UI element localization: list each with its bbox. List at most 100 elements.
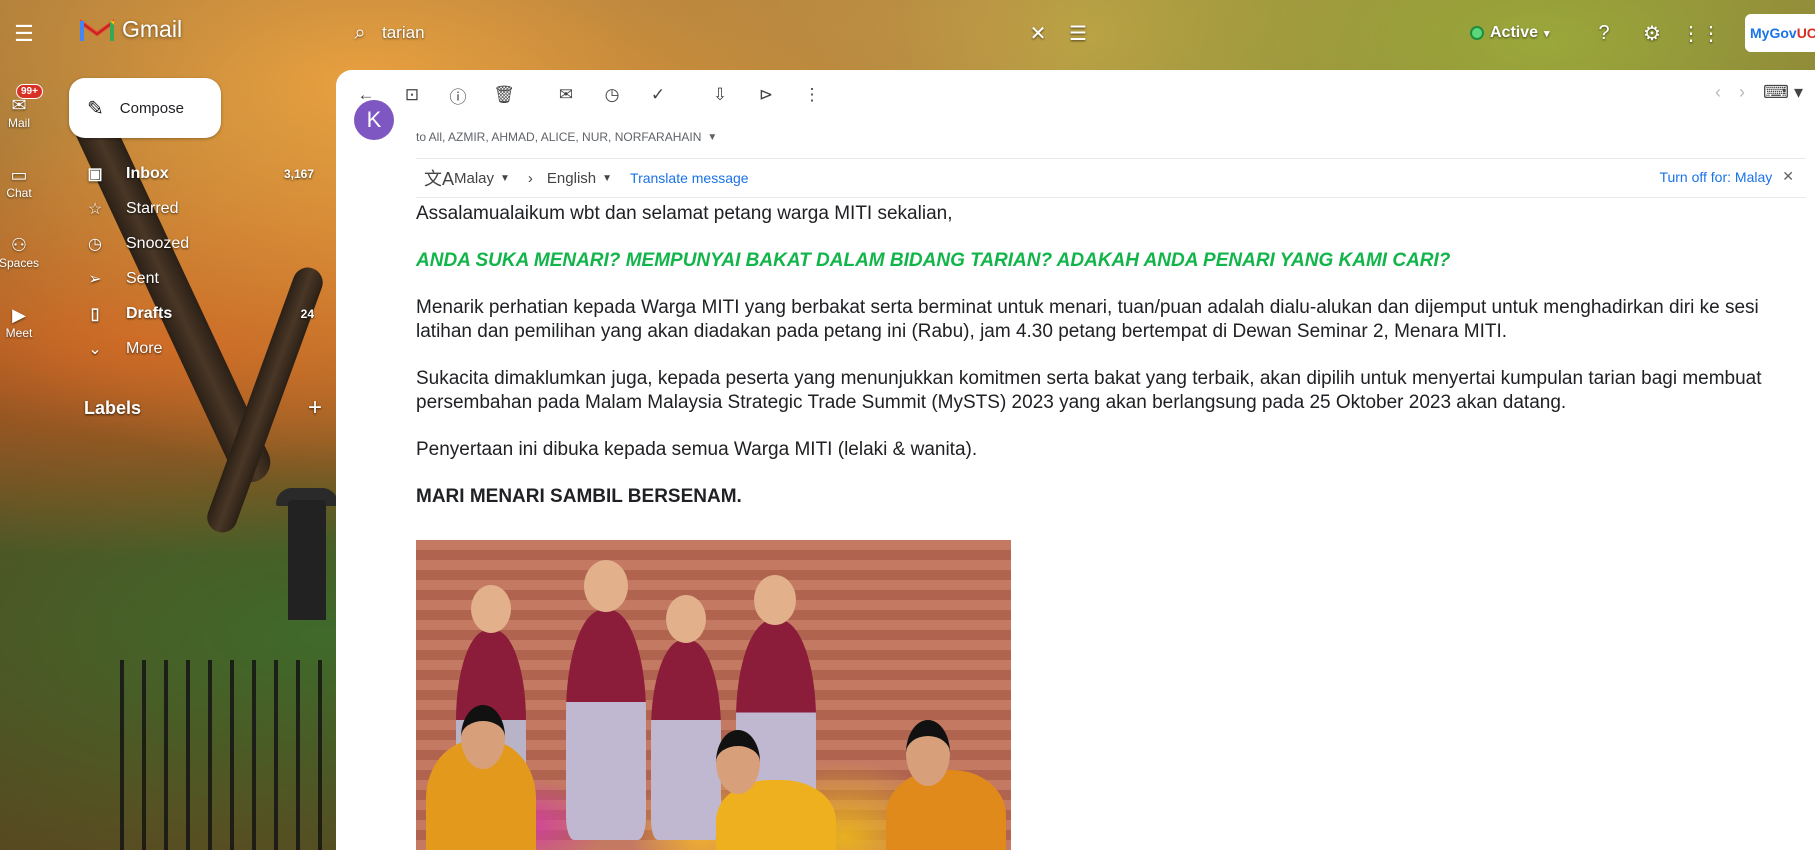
clear-search-icon[interactable]: ✕: [1018, 21, 1058, 46]
add-task-icon[interactable]: ✓: [645, 82, 671, 108]
pencil-icon: ✎: [87, 97, 104, 120]
settings-gear-icon[interactable]: ⚙: [1637, 18, 1667, 48]
app-name: Gmail: [122, 16, 183, 42]
search-bar[interactable]: ⌕ tarian ✕ ☰: [338, 10, 1098, 56]
email-greeting: Assalamualaikum wbt dan selamat petang w…: [416, 203, 953, 224]
rail-mail-label: Mail: [7, 116, 30, 130]
snooze-icon[interactable]: ◷: [599, 82, 625, 108]
main-menu-button[interactable]: ☰: [6, 16, 42, 52]
arrow-right-icon: ›: [527, 169, 533, 187]
archive-icon[interactable]: ⊡: [399, 82, 425, 108]
source-language-label: Malay: [454, 169, 495, 187]
newer-chevron-icon[interactable]: ‹: [1715, 82, 1721, 103]
recipients-line[interactable]: to All, AZMIR, AHMAD, ALICE, NUR, NORFAR…: [416, 130, 717, 144]
nav-count: 3,167: [283, 167, 314, 181]
dancer-head: [471, 585, 511, 633]
nav-item-starred[interactable]: ☆ Starred: [64, 192, 322, 226]
apps-grid-icon[interactable]: ⋮⋮: [1681, 18, 1721, 48]
dancers-photo[interactable]: [416, 540, 1011, 850]
nav-item-drafts[interactable]: ▯ Drafts 24: [64, 297, 322, 331]
turn-off-translation[interactable]: Turn off for: Malay ✕: [1659, 168, 1794, 185]
email-body: Assalamualaikum wbt dan selamat petang w…: [416, 202, 1806, 532]
help-icon[interactable]: ?: [1589, 18, 1619, 48]
nav-label: Snoozed: [126, 235, 190, 252]
recipients-text: to All, AZMIR, AHMAD, ALICE, NUR, NORFAR…: [416, 130, 702, 144]
search-icon[interactable]: ⌕: [338, 22, 382, 45]
dancer-head: [461, 705, 505, 769]
dancer-head: [716, 730, 760, 794]
dancer-figure: [886, 770, 1006, 850]
dancer-figure: [566, 610, 646, 840]
rail-mail[interactable]: ✉ Mail: [0, 94, 38, 131]
dancer-figure: [651, 640, 721, 840]
rail-chat[interactable]: ▭ Chat: [0, 164, 38, 201]
dancer-head: [754, 575, 796, 625]
sender-initial: K: [366, 107, 382, 132]
clock-icon: ◷: [88, 236, 102, 253]
report-spam-icon[interactable]: ⓘ: [445, 82, 471, 108]
chat-icon: ▭: [10, 164, 28, 185]
gmail-m-icon: [80, 18, 114, 41]
email-paragraph: Menarik perhatian kepada Warga MITI yang…: [416, 297, 1759, 342]
target-language-label: English: [546, 169, 597, 187]
mail-unread-badge: 99+: [16, 84, 43, 99]
email-headline: ANDA SUKA MENARI? MEMPUNYAI BAKAT DALAM …: [416, 250, 1451, 271]
email-view: ← ⊡ ⓘ 🗑 ✉ ◷ ✓ ⇩ ⊳ ⋮ ‹ › ⌨ ▾ K to All, AZ…: [336, 70, 1815, 850]
chevron-down-icon: ▼: [602, 172, 613, 184]
rail-spaces-label: Spaces: [0, 256, 40, 270]
mark-unread-icon[interactable]: ✉: [553, 82, 579, 108]
close-icon[interactable]: ✕: [1782, 168, 1794, 185]
add-label-icon[interactable]: +: [308, 394, 322, 422]
nav-label: Starred: [126, 200, 179, 217]
nav-item-sent[interactable]: ➢ Sent: [64, 262, 322, 296]
label-icon[interactable]: ⊳: [753, 82, 779, 108]
nav-item-inbox[interactable]: ▣ Inbox 3,167: [64, 157, 322, 191]
gmail-logo[interactable]: Gmail: [80, 16, 182, 43]
delete-icon[interactable]: 🗑: [491, 82, 517, 108]
labels-heading: Labels: [84, 398, 142, 418]
rail-spaces[interactable]: ⚇ Spaces: [0, 234, 40, 271]
translate-bar: 文A Malay ▼ › English ▼ Translate message…: [416, 158, 1806, 198]
email-paragraph: Penyertaan ini dibuka kepada semua Warga…: [416, 439, 978, 460]
star-icon: ☆: [87, 201, 103, 218]
background-fence: [120, 660, 340, 850]
chevron-down-icon: ⌄: [88, 341, 102, 358]
older-chevron-icon[interactable]: ›: [1739, 82, 1745, 103]
translate-message-link[interactable]: Translate message: [630, 170, 749, 186]
background-lamp-post: [288, 500, 326, 620]
rail-meet[interactable]: ▶ Meet: [0, 304, 38, 341]
account-org-logo[interactable]: MyGov UC: [1745, 14, 1815, 52]
draft-icon: ▯: [90, 306, 100, 323]
dancer-head: [906, 720, 950, 786]
search-input[interactable]: tarian: [382, 23, 1018, 43]
chevron-down-icon: ▾: [1544, 27, 1550, 40]
more-options-icon[interactable]: ⋮: [799, 82, 825, 108]
status-selector[interactable]: Active ▾: [1460, 16, 1560, 50]
nav-item-more[interactable]: ⌄ More: [64, 332, 322, 366]
org-logo-text: MyGov: [1750, 25, 1797, 41]
chevron-down-icon[interactable]: ▼: [707, 132, 717, 143]
labels-header: Labels +: [84, 394, 322, 422]
compose-label: Compose: [119, 99, 184, 117]
email-paragraph: Sukacita dimaklumkan juga, kepada pesert…: [416, 368, 1762, 413]
move-to-icon[interactable]: ⇩: [707, 82, 733, 108]
send-icon: ➢: [88, 271, 102, 288]
source-language-select[interactable]: Malay ▼: [454, 170, 510, 187]
org-logo-suffix: UC: [1796, 25, 1815, 41]
target-language-select[interactable]: English ▼: [547, 170, 612, 187]
chevron-down-icon: ▼: [500, 172, 510, 184]
email-closing: MARI MENARI SAMBIL BERSENAM.: [416, 486, 742, 507]
keyboard-icon[interactable]: ⌨ ▾: [1763, 82, 1803, 103]
sender-avatar[interactable]: K: [354, 100, 394, 140]
search-options-icon[interactable]: ☰: [1058, 21, 1098, 46]
rail-meet-label: Meet: [5, 326, 33, 340]
compose-button[interactable]: ✎ Compose: [69, 78, 221, 138]
video-icon: ▶: [12, 304, 26, 325]
active-status-dot: [1470, 26, 1484, 40]
dancer-head: [666, 595, 706, 643]
nav-count: 24: [300, 307, 314, 321]
nav-item-snoozed[interactable]: ◷ Snoozed: [64, 227, 322, 261]
nav-label: Drafts: [126, 305, 173, 322]
app-rail: ☰ ✉ Mail 99+ ▭ Chat ⚇ Spaces ▶ Meet: [0, 0, 56, 850]
turn-off-label: Turn off for: Malay: [1659, 168, 1773, 185]
